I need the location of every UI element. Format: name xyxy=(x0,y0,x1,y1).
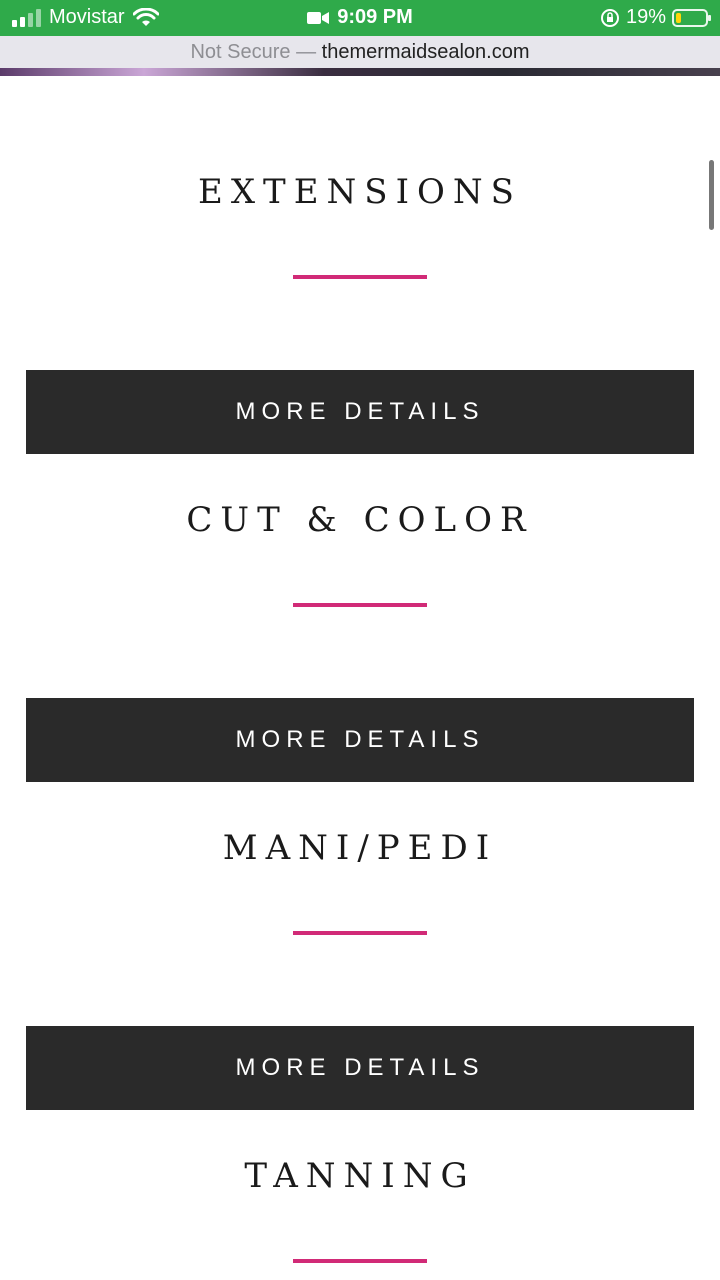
hero-image-edge xyxy=(0,68,720,76)
url-bar[interactable]: Not Secure — themermaidsealon.com xyxy=(0,36,720,68)
clock: 9:09 PM xyxy=(337,6,413,28)
service-title-tanning: TANNING xyxy=(244,1156,476,1196)
title-underline xyxy=(293,1259,427,1263)
more-details-button-extensions[interactable]: MORE DETAILS xyxy=(26,370,694,454)
more-details-button-cut-color[interactable]: MORE DETAILS xyxy=(26,698,694,782)
title-underline xyxy=(293,603,427,607)
service-title-mani-pedi: MANI/PEDI xyxy=(222,828,498,868)
more-details-button-mani-pedi[interactable]: MORE DETAILS xyxy=(26,1026,694,1110)
title-underline xyxy=(293,275,427,279)
battery-icon xyxy=(672,8,711,27)
service-title-extensions: EXTENSIONS xyxy=(198,172,522,212)
orientation-lock-icon xyxy=(600,8,619,27)
camera-icon xyxy=(307,11,330,24)
title-underline xyxy=(293,931,427,935)
service-title-cut-color: CUT & COLOR xyxy=(186,500,534,540)
url-domain: themermaidsealon.com xyxy=(321,41,530,63)
battery-percent: 19% xyxy=(625,6,666,28)
security-label: Not Secure — xyxy=(190,41,317,63)
status-right: 19% xyxy=(600,6,711,29)
status-bar: Movistar 9:09 PM 19% xyxy=(0,0,720,36)
